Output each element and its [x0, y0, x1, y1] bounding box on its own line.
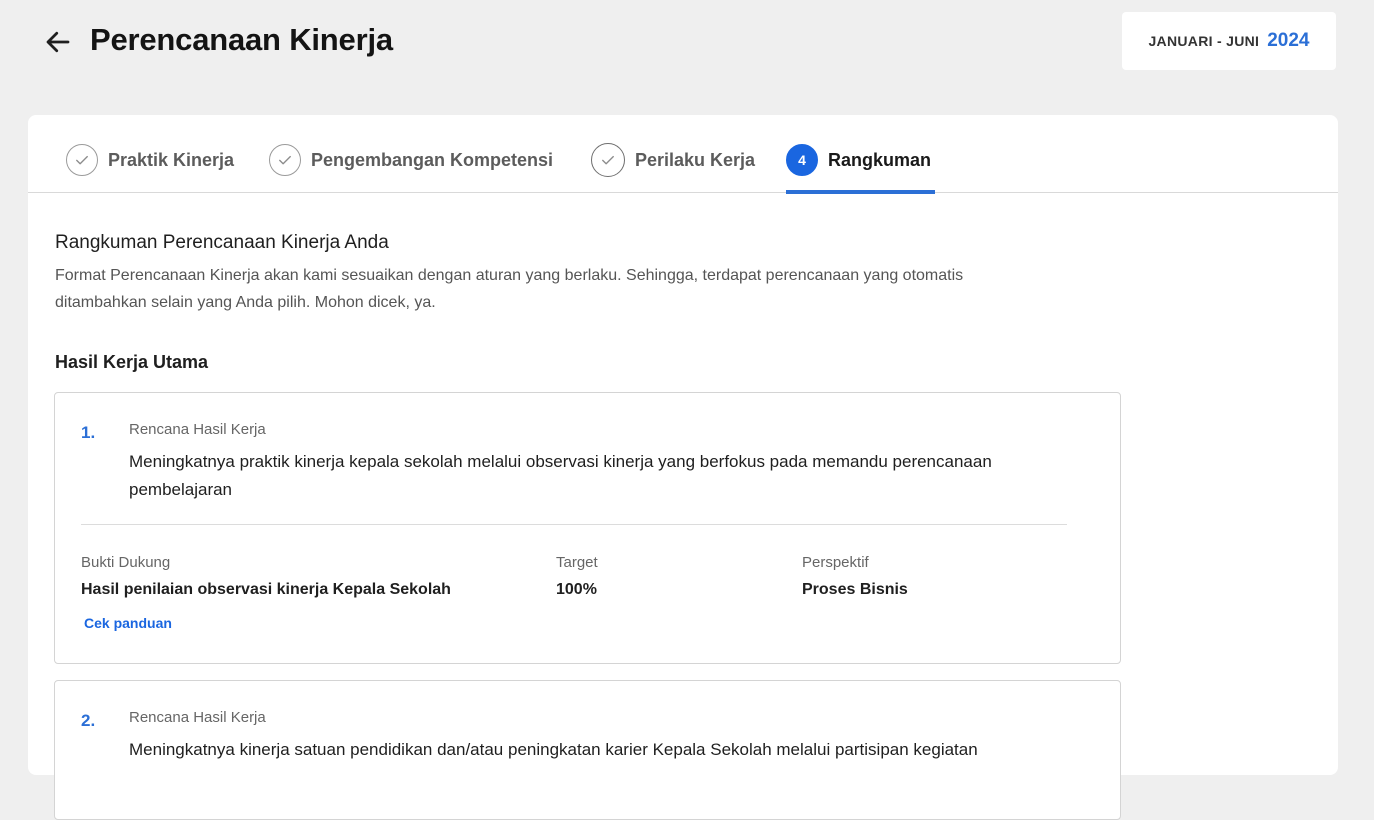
work-result-item: 1. Rencana Hasil Kerja Meningkatnya prak…: [54, 392, 1121, 664]
target-value: 100%: [556, 581, 597, 598]
tab-label: Pengembangan Kompetensi: [311, 149, 554, 170]
active-tab-indicator: [786, 190, 935, 194]
work-result-item: 2. Rencana Hasil Kerja Meningkatnya kine…: [54, 680, 1121, 820]
item-number: 2.: [81, 711, 96, 730]
tab-praktik-kinerja[interactable]: Praktik Kinerja: [66, 143, 234, 177]
bukti-dukung-value: Hasil penilaian observasi kinerja Kepala…: [81, 581, 451, 598]
rhk-label: Rencana Hasil Kerja: [129, 709, 266, 726]
perspektif-value: Proses Bisnis: [802, 581, 908, 598]
step-number: 4: [786, 144, 818, 176]
tab-perilaku-kerja[interactable]: Perilaku Kerja: [591, 143, 755, 177]
rhk-text: Meningkatnya kinerja satuan pendidikan d…: [129, 740, 978, 759]
tab-label: Praktik Kinerja: [108, 149, 235, 170]
rhk-text: Meningkatnya praktik kinerja kepala seko…: [129, 452, 992, 499]
stepper-tabs: Praktik Kinerja Pengembangan Kompetensi …: [28, 115, 1338, 194]
item-number: 1.: [81, 423, 96, 442]
period-badge: JANUARI - JUNI 2024: [1122, 12, 1336, 70]
check-icon: [269, 144, 301, 176]
check-icon: [66, 144, 98, 176]
bukti-dukung-label: Bukti Dukung: [81, 554, 171, 571]
summary-description: Format Perencanaan Kinerja akan kami ses…: [55, 267, 964, 311]
tab-label: Perilaku Kerja: [635, 149, 756, 170]
perspektif-label: Perspektif: [802, 554, 869, 571]
period-year: 2024: [1267, 30, 1310, 51]
tab-label: Rangkuman: [828, 149, 932, 170]
period-range: JANUARI - JUNI: [1148, 33, 1260, 49]
arrow-left-icon: [46, 31, 70, 53]
summary-card: Praktik Kinerja Pengembangan Kompetensi …: [28, 115, 1338, 820]
tab-rangkuman[interactable]: 4 Rangkuman: [786, 143, 931, 177]
top-bar: Perencanaan Kinerja JANUARI - JUNI 2024: [0, 0, 1374, 90]
rhk-label: Rencana Hasil Kerja: [129, 421, 266, 438]
page-title: Perencanaan Kinerja: [90, 22, 393, 57]
section-title: Hasil Kerja Utama: [55, 352, 209, 372]
target-label: Target: [556, 554, 598, 571]
tab-pengembangan-kompetensi[interactable]: Pengembangan Kompetensi: [269, 143, 553, 177]
summary-title: Rangkuman Perencanaan Kinerja Anda: [55, 232, 389, 253]
check-icon: [591, 143, 625, 177]
back-button[interactable]: [40, 24, 76, 60]
divider: [81, 524, 1067, 525]
cek-panduan-link[interactable]: Cek panduan: [84, 615, 172, 631]
